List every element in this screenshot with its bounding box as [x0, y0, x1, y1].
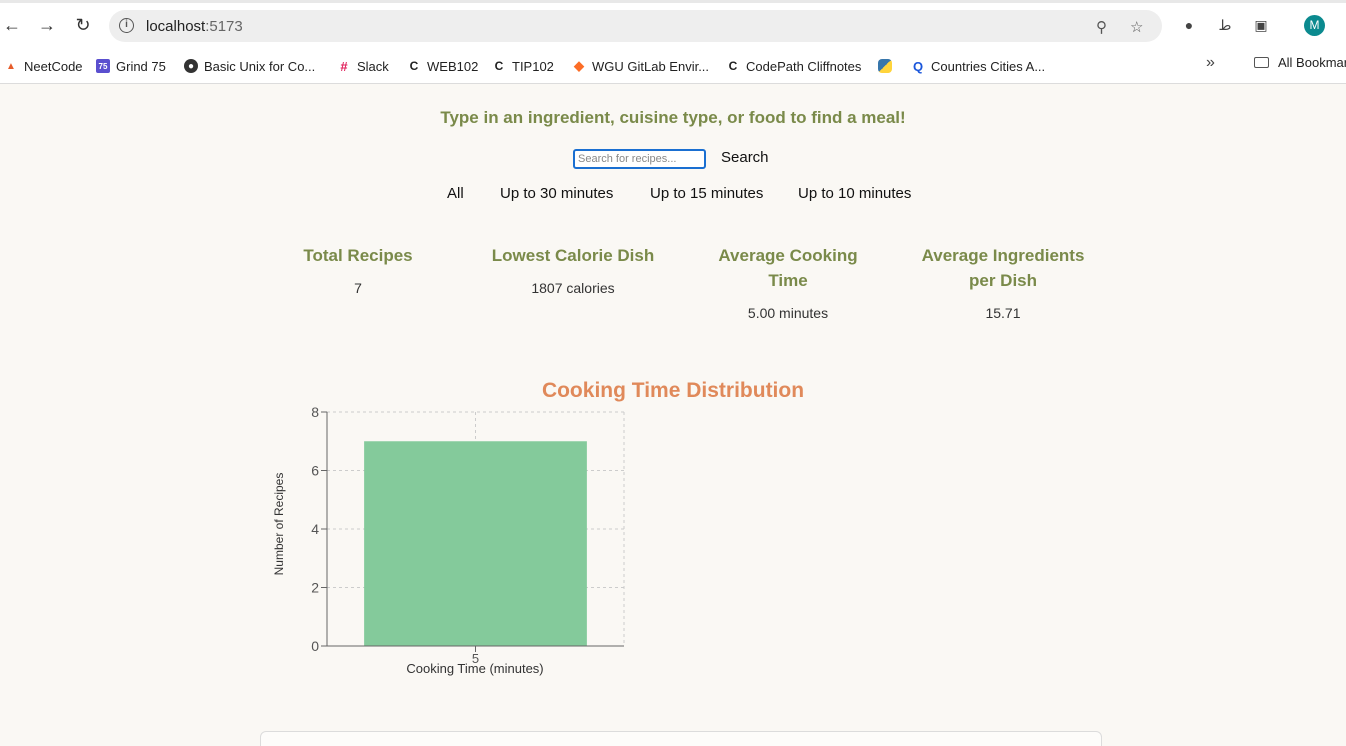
filter-all[interactable]: All: [447, 185, 464, 202]
url-port: :5173: [205, 18, 243, 35]
bookmark-label: Countries Cities A...: [931, 58, 1046, 74]
y-tick-label: 6: [311, 463, 319, 479]
bookmark-basic-unix[interactable]: ● Basic Unix for Co...: [184, 55, 315, 77]
stat-label: Total Recipes: [303, 246, 413, 265]
stat-average-cooking-time: Average Cooking Time 5.00 minutes: [688, 243, 888, 321]
folder-icon: [1254, 57, 1269, 68]
bookmark-label: Grind 75: [116, 58, 166, 74]
x-axis-label: Cooking Time (minutes): [406, 661, 543, 676]
codepath-icon: C: [494, 59, 504, 73]
bookmark-label: WEB102: [427, 58, 479, 74]
back-arrow-icon[interactable]: ←: [1, 14, 23, 36]
bar: [364, 441, 587, 646]
all-bookmarks-folder[interactable]: All Bookmar: [1254, 55, 1346, 70]
bookmark-wgu-gitlab[interactable]: ◆ WGU GitLab Envir...: [572, 55, 709, 77]
extension-arabic-icon[interactable]: ط: [1215, 15, 1235, 35]
site-info-icon[interactable]: i: [119, 18, 134, 33]
bookmark-star-icon[interactable]: ☆: [1130, 18, 1143, 36]
stat-label: Average Ingredients per Dish: [921, 246, 1085, 290]
profile-avatar[interactable]: M: [1304, 15, 1325, 36]
slack-icon: #: [340, 58, 348, 74]
bookmarks-overflow-chevron-icon[interactable]: »: [1206, 54, 1215, 72]
cooking-time-chart: 024685Cooking Time (minutes)Number of Re…: [272, 404, 625, 676]
y-tick-label: 0: [311, 638, 319, 654]
zoom-icon[interactable]: ⚲: [1096, 18, 1107, 36]
bookmark-label: TIP102: [512, 58, 554, 74]
chart-title: Cooking Time Distribution: [541, 379, 805, 402]
tab-strip-edge: [0, 0, 1346, 3]
bookmark-tip102[interactable]: C TIP102: [492, 55, 554, 77]
filter-30-min[interactable]: Up to 30 minutes: [500, 185, 613, 202]
bookmark-web102[interactable]: C WEB102: [407, 55, 479, 77]
globe-icon: ●: [184, 59, 198, 73]
y-tick-label: 2: [311, 580, 319, 596]
reload-icon[interactable]: ↻: [72, 14, 94, 36]
stat-average-ingredients: Average Ingredients per Dish 15.71: [903, 243, 1103, 321]
stat-value: 15.71: [985, 305, 1021, 321]
grind75-icon: 75: [96, 59, 110, 73]
url-host: localhost: [146, 18, 206, 35]
search-button[interactable]: Search: [721, 149, 769, 166]
q-icon: Q: [912, 58, 924, 74]
stat-value: 5.00 minutes: [747, 305, 829, 321]
filter-10-min[interactable]: Up to 10 minutes: [798, 185, 911, 202]
gitlab-icon: ◆: [574, 58, 584, 73]
bookmark-label: NeetCode: [24, 58, 83, 74]
bookmark-neetcode[interactable]: ▲ NeetCode: [4, 55, 83, 77]
codepath-icon: C: [728, 59, 738, 73]
stat-lowest-calorie: Lowest Calorie Dish 1807 calories: [473, 243, 673, 296]
recipe-list-card: [260, 731, 1102, 746]
bookmark-label: Slack: [357, 58, 389, 74]
codepath-icon: C: [409, 59, 419, 73]
bookmark-codepath-cliffnotes[interactable]: C CodePath Cliffnotes: [726, 55, 862, 77]
filter-15-min[interactable]: Up to 15 minutes: [650, 185, 763, 202]
neetcode-icon: ▲: [6, 60, 16, 72]
bookmark-label: WGU GitLab Envir...: [592, 58, 710, 74]
bookmark-python[interactable]: [878, 55, 898, 77]
stat-value: 7: [354, 280, 362, 296]
stat-label: Lowest Calorie Dish: [491, 246, 655, 265]
address-url[interactable]: localhost:5173: [146, 18, 243, 35]
search-instructions: Type in an ingredient, cuisine type, or …: [440, 108, 906, 127]
y-tick-label: 4: [311, 521, 319, 537]
forward-arrow-icon[interactable]: →: [36, 14, 58, 36]
browser-toolbar: ← → ↻ i localhost:5173 ⚲ ☆ ● ط ▣ M: [0, 0, 1346, 50]
stat-label: Average Cooking Time: [718, 246, 858, 290]
all-bookmarks-label: All Bookmar: [1278, 55, 1346, 70]
y-axis-label: Number of Recipes: [272, 473, 286, 576]
stat-value: 1807 calories: [531, 280, 615, 296]
bookmark-label: CodePath Cliffnotes: [746, 58, 862, 74]
bookmark-slack[interactable]: # Slack: [337, 55, 389, 77]
python-icon: [878, 59, 892, 73]
stat-total-recipes: Total Recipes 7: [258, 243, 458, 296]
extensions-puzzle-icon[interactable]: ▣: [1251, 15, 1271, 35]
bookmarks-bar: ▲ NeetCode 75 Grind 75 ● Basic Unix for Co.…: [0, 50, 1346, 84]
address-bar[interactable]: i localhost:5173 ⚲ ☆: [109, 10, 1162, 42]
bookmark-countries-cities[interactable]: Q Countries Cities A...: [911, 55, 1045, 77]
y-tick-label: 8: [311, 404, 319, 420]
recipe-search-input[interactable]: [573, 149, 706, 169]
extension-bug-icon[interactable]: ●: [1179, 15, 1199, 35]
bookmark-label: Basic Unix for Co...: [204, 58, 316, 74]
bookmark-grind75[interactable]: 75 Grind 75: [96, 55, 166, 77]
